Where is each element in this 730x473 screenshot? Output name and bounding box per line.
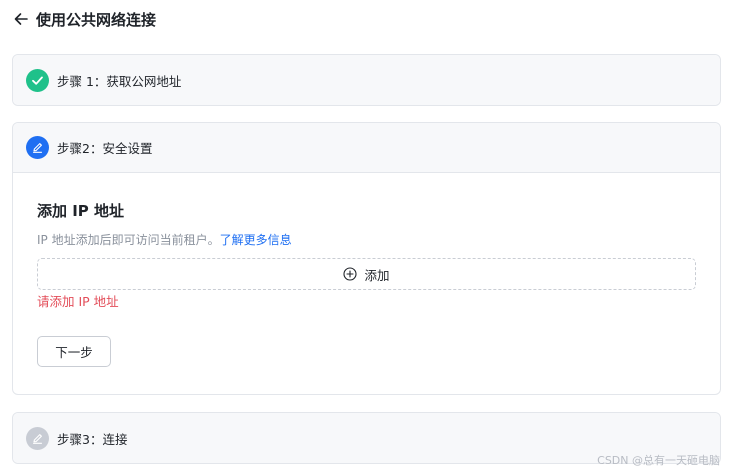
add-ip-label: 添加 [364,267,390,283]
edit-icon [32,433,43,444]
back-button[interactable] [12,10,30,28]
learn-more-link[interactable]: 了解更多信息 [220,233,292,247]
arrow-left-icon [14,13,28,25]
step-2-status [26,136,49,159]
step-2-card: 步骤2：安全设置 添加 IP 地址 IP 地址添加后即可访问当前租户。了解更多信… [12,122,721,395]
add-ip-button[interactable]: 添加 [37,258,696,290]
watermark: CSDN @总有一天砸电脑 [597,454,720,467]
check-icon [32,76,43,85]
security-settings-panel: 添加 IP 地址 IP 地址添加后即可访问当前租户。了解更多信息 添加 请添加 … [13,173,720,367]
section-description: IP 地址添加后即可访问当前租户。了解更多信息 [37,232,696,248]
step-2-header[interactable]: 步骤2：安全设置 [13,123,720,173]
next-step-button[interactable]: 下一步 [37,336,111,367]
plus-circle-icon [343,267,358,281]
step-3-status [26,426,49,450]
validation-error: 请添加 IP 地址 [37,294,119,309]
step-1-label: 步骤 1：获取公网地址 [57,73,182,89]
page-header: 使用公共网络连接 [12,8,156,30]
description-text: IP 地址添加后即可访问当前租户。 [37,233,220,247]
edit-icon [32,143,43,153]
step-1-header[interactable]: 步骤 1：获取公网地址 [13,55,720,105]
page-title: 使用公共网络连接 [36,10,157,29]
step-1-card: 步骤 1：获取公网地址 [12,54,721,106]
step-1-status [26,68,49,92]
step-2-label: 步骤2：安全设置 [57,141,153,156]
section-title: 添加 IP 地址 [37,202,125,220]
step-3-label: 步骤3：连接 [57,431,128,447]
